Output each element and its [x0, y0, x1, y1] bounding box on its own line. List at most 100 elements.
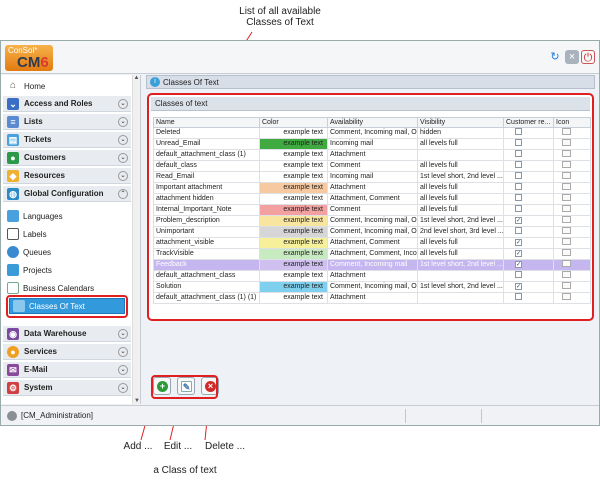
cell-icon	[553, 149, 591, 161]
scroll-down-icon[interactable]: ▼	[133, 398, 141, 404]
customer-checkbox[interactable]	[515, 293, 522, 300]
column-header-color[interactable]: Color	[259, 117, 328, 128]
sidebar-item-label: Data Warehouse	[24, 329, 87, 338]
chevron-down-icon[interactable]: ⌄	[118, 170, 128, 181]
customer-checkbox[interactable]	[515, 194, 522, 201]
chevron-down-icon[interactable]: ⌄	[118, 382, 128, 393]
callout-edit: Edit ...	[163, 441, 193, 452]
column-header-icon[interactable]: Icon	[553, 117, 591, 128]
status-divider	[405, 409, 406, 423]
close-tab-icon[interactable]: ×	[565, 50, 579, 64]
cell-icon	[553, 248, 591, 260]
table-row[interactable]: default_class example text Comment all leve…	[153, 160, 591, 172]
table-row[interactable]: Internal_Important_Note example text Comme…	[153, 204, 591, 216]
customer-icon: ●	[7, 151, 19, 164]
status-divider	[481, 409, 482, 423]
chevron-down-icon[interactable]: ⌄	[118, 346, 128, 357]
column-header-name[interactable]: Name	[153, 117, 260, 128]
customer-checkbox[interactable]	[515, 161, 522, 168]
column-header-availability[interactable]: Availability	[327, 117, 418, 128]
table-row[interactable]: Unimportant example text Comment, Incoming…	[153, 226, 591, 238]
cell-name: default_attachment_class (1) (1)	[153, 292, 260, 304]
sidebar-item-services[interactable]: ● Services ⌄	[3, 344, 131, 360]
customer-checkbox[interactable]	[515, 271, 522, 278]
table-row[interactable]: Important attachment example text Attachme…	[153, 182, 591, 194]
sidebar-sub-projects[interactable]: Projects	[7, 262, 52, 278]
refresh-icon[interactable]: ↻	[548, 50, 562, 64]
chevron-down-icon[interactable]: ⌄	[118, 328, 128, 339]
customer-checkbox[interactable]	[515, 128, 522, 135]
sidebar-sub-queues[interactable]: Queues	[7, 244, 51, 260]
chevron-down-icon[interactable]: ⌄	[118, 134, 128, 145]
cell-customer	[503, 149, 554, 161]
customer-checkbox[interactable]: ✓	[515, 261, 522, 268]
list-icon: ≡	[7, 115, 19, 128]
table-row[interactable]: Problem_description example text Comment, …	[153, 215, 591, 227]
cell-color-text: example text	[259, 226, 328, 238]
sidebar-item-lists[interactable]: ≡ Lists ⌄	[3, 114, 131, 130]
table-row[interactable]: TrackVisible example text Attachment, Comm…	[153, 248, 591, 260]
content-title: Classes Of Text	[163, 77, 219, 87]
sidebar-sub-business-calendars[interactable]: Business Calendars	[7, 280, 94, 296]
cell-availability: Attachment	[327, 292, 418, 304]
cell-color-text: example text	[259, 281, 328, 293]
cell-visibility: all levels full	[417, 138, 504, 150]
sidebar-item-customers[interactable]: ● Customers ⌄	[3, 150, 131, 166]
scroll-up-icon[interactable]: ▲	[133, 75, 140, 81]
cell-icon	[553, 182, 591, 194]
cell-availability: Attachment, Comment, Inco...	[327, 248, 418, 260]
cell-availability: Incoming mail	[327, 171, 418, 183]
table-row[interactable]: attachment hidden example text Attachment,…	[153, 193, 591, 205]
customer-checkbox[interactable]	[515, 139, 522, 146]
customer-checkbox[interactable]	[515, 150, 522, 157]
cell-name: TrackVisible	[153, 248, 260, 260]
column-header-customer[interactable]: Customer re...	[503, 117, 554, 128]
sidebar-item-system[interactable]: ⚙ System ⌄	[3, 380, 131, 396]
sidebar-sub-labels[interactable]: Labels	[7, 226, 47, 242]
customer-checkbox[interactable]	[515, 205, 522, 212]
sidebar-item-access-roles[interactable]: ⌄ Access and Roles ⌄	[3, 96, 131, 112]
chevron-up-icon[interactable]: ⌃	[118, 188, 128, 199]
chevron-down-icon[interactable]: ⌄	[118, 364, 128, 375]
table-row[interactable]: default_attachment_class (1) (1) example …	[153, 292, 591, 304]
sidebar-item-label: Resources	[24, 171, 65, 180]
chevron-down-icon[interactable]: ⌄	[118, 98, 128, 109]
cell-name: attachment_visible	[153, 237, 260, 249]
cell-icon	[553, 160, 591, 172]
cell-availability: Comment, Incoming mail, Out...	[327, 215, 418, 227]
chevron-down-icon[interactable]: ⌄	[118, 152, 128, 163]
table-row[interactable]: Deleted example text Comment, Incoming mai…	[153, 127, 591, 139]
cell-availability: Comment	[327, 204, 418, 216]
cell-icon	[553, 226, 591, 238]
table-row[interactable]: Feedback example text Comment, Incoming ma…	[153, 259, 591, 271]
table-row[interactable]: default_attachment_class example text Atta…	[153, 270, 591, 282]
sidebar-item-data-warehouse[interactable]: ◉ Data Warehouse ⌄	[3, 326, 131, 342]
customer-checkbox[interactable]: ✓	[515, 239, 522, 246]
sidebar-item-home[interactable]: ⌂ Home	[3, 78, 131, 94]
chevron-down-icon[interactable]: ⌄	[118, 116, 128, 127]
cell-name: Problem_description	[153, 215, 260, 227]
logout-icon[interactable]: ⏻	[581, 50, 595, 64]
table-row[interactable]: Solution example text Comment, Incoming ma…	[153, 281, 591, 293]
sidebar-item-label: Tickets	[24, 135, 52, 144]
sidebar-sub-languages[interactable]: Languages	[7, 208, 63, 224]
customer-checkbox[interactable]: ✓	[515, 283, 522, 290]
cell-name: default_class	[153, 160, 260, 172]
table-row[interactable]: Read_Email example text Incoming mail 1st l…	[153, 171, 591, 183]
column-header-visibility[interactable]: Visibility	[417, 117, 504, 128]
sidebar-item-resources[interactable]: ◆ Resources ⌄	[3, 168, 131, 184]
sidebar-item-email[interactable]: ✉ E-Mail ⌄	[3, 362, 131, 378]
cell-visibility: hidden	[417, 127, 504, 139]
table-row[interactable]: attachment_visible example text Attachment…	[153, 237, 591, 249]
customer-checkbox[interactable]	[515, 227, 522, 234]
customer-checkbox[interactable]	[515, 172, 522, 179]
sidebar-item-global-configuration[interactable]: ◍ Global Configuration ⌃	[3, 186, 131, 202]
customer-checkbox[interactable]	[515, 183, 522, 190]
customer-checkbox[interactable]: ✓	[515, 250, 522, 257]
sidebar-item-tickets[interactable]: ▤ Tickets ⌄	[3, 132, 131, 148]
customer-checkbox[interactable]: ✓	[515, 217, 522, 224]
table-row[interactable]: Unread_Email example text Incoming mail all…	[153, 138, 591, 150]
table-row[interactable]: default_attachment_class (1) example text…	[153, 149, 591, 161]
class-icon	[562, 194, 571, 201]
sidebar-scrollbar[interactable]: ▲ ▼	[132, 75, 140, 404]
